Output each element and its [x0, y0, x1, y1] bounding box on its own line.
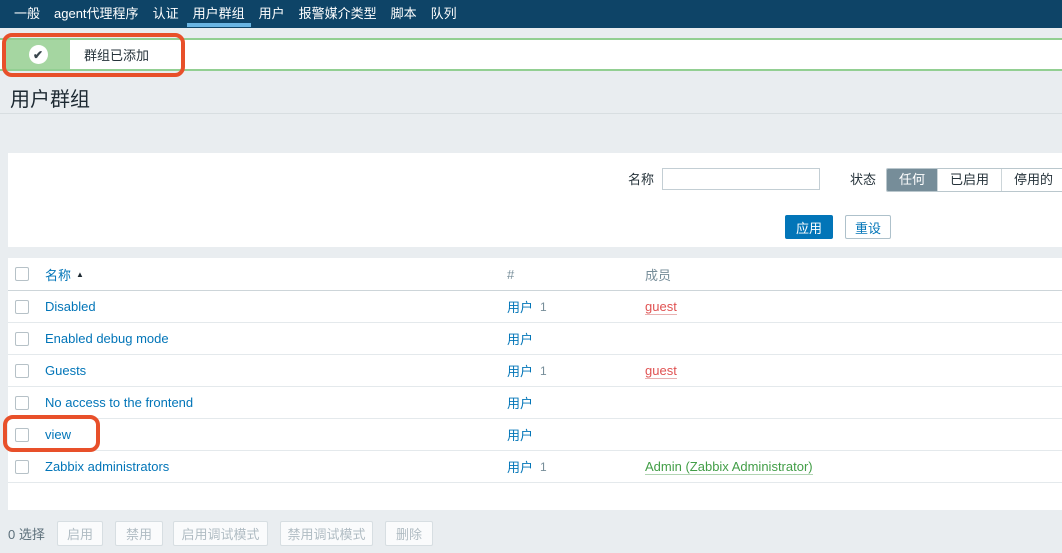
table-row-Zabbix administrators: Zabbix administrators 用户 1 Admin (Zabbix Ad… [8, 451, 1062, 483]
row-checkbox[interactable] [15, 364, 29, 378]
table-header-row: 名称 ▲ # 成员 [8, 258, 1062, 291]
member-user-link[interactable]: guest [645, 363, 677, 379]
footer-button-启用调试模式[interactable]: 启用调试模式 [173, 521, 268, 546]
users-link[interactable]: 用户 [507, 297, 533, 316]
success-message-bar: ✔ 群组已添加 [0, 38, 1062, 71]
table-row-No access to the frontend: No access to the frontend 用户 [8, 387, 1062, 419]
nav-item-报警媒介类型[interactable]: 报警媒介类型 [292, 0, 384, 28]
filter-name-label: 名称 [628, 169, 654, 191]
users-link[interactable]: 用户 [507, 425, 533, 444]
group-name-link[interactable]: Disabled [45, 299, 96, 314]
table-row-Disabled: Disabled 用户 1 guest [8, 291, 1062, 323]
group-name-link[interactable]: Enabled debug mode [45, 331, 169, 346]
users-link[interactable]: 用户 [507, 361, 533, 380]
sort-ascending-icon: ▲ [76, 270, 84, 279]
apply-button[interactable]: 应用 [785, 215, 833, 239]
group-name-link[interactable]: No access to the frontend [45, 395, 193, 410]
page-title: 用户群组 [10, 83, 90, 112]
nav-item-脚本[interactable]: 脚本 [384, 0, 424, 28]
group-name-link[interactable]: Guests [45, 363, 86, 378]
success-icon-box: ✔ [6, 40, 70, 69]
filter-status-segmented-control: 任何已启用停用的 [886, 168, 1062, 192]
user-count: 1 [540, 300, 547, 314]
success-message-text: 群组已添加 [84, 40, 149, 69]
users-link[interactable]: 用户 [507, 457, 533, 476]
nav-item-一般[interactable]: 一般 [7, 0, 47, 28]
nav-item-用户群组[interactable]: 用户群组 [186, 0, 252, 28]
column-header-count: # [507, 258, 514, 290]
member-user-link[interactable]: guest [645, 299, 677, 315]
filter-status-label: 状态 [850, 169, 876, 191]
column-header-name[interactable]: 名称 [45, 265, 71, 284]
nav-item-agent代理程序[interactable]: agent代理程序 [47, 0, 146, 28]
table-row-Enabled debug mode: Enabled debug mode 用户 [8, 323, 1062, 355]
status-option-任何[interactable]: 任何 [887, 169, 937, 191]
row-checkbox[interactable] [15, 396, 29, 410]
nav-item-认证[interactable]: 认证 [146, 0, 186, 28]
footer-button-禁用[interactable]: 禁用 [115, 521, 163, 546]
user-count: 1 [540, 460, 547, 474]
users-link[interactable]: 用户 [507, 329, 533, 348]
row-checkbox[interactable] [15, 428, 29, 442]
footer-button-启用[interactable]: 启用 [57, 521, 103, 546]
row-checkbox[interactable] [15, 460, 29, 474]
nav-item-用户[interactable]: 用户 [252, 0, 292, 28]
check-circle-icon: ✔ [29, 45, 48, 64]
filter-name-input[interactable] [662, 168, 820, 190]
status-option-已启用[interactable]: 已启用 [937, 169, 1001, 191]
column-header-members: 成员 [645, 258, 671, 290]
table-row-Guests: Guests 用户 1 guest [8, 355, 1062, 387]
row-checkbox[interactable] [15, 332, 29, 346]
filter-panel: 名称 状态 任何已启用停用的 应用 重设 [8, 153, 1062, 247]
reset-button[interactable]: 重设 [845, 215, 891, 239]
footer-button-删除[interactable]: 删除 [385, 521, 433, 546]
title-divider [0, 113, 1062, 114]
group-name-link[interactable]: Zabbix administrators [45, 459, 169, 474]
table-row-view: view 用户 [8, 419, 1062, 451]
select-all-checkbox[interactable] [15, 267, 29, 281]
users-link[interactable]: 用户 [507, 393, 533, 412]
member-user-link[interactable]: Admin (Zabbix Administrator) [645, 459, 813, 475]
top-nav: 一般agent代理程序认证用户群组用户报警媒介类型脚本队列 [0, 0, 1062, 28]
user-count: 1 [540, 364, 547, 378]
footer-button-禁用调试模式[interactable]: 禁用调试模式 [280, 521, 373, 546]
group-name-link[interactable]: view [45, 427, 71, 442]
nav-item-队列[interactable]: 队列 [424, 0, 464, 28]
selected-count-text: 0 选择 [8, 521, 45, 546]
status-option-停用的[interactable]: 停用的 [1001, 169, 1062, 191]
user-groups-table: 名称 ▲ # 成员 Disabled 用户 1 guest Enabled debug … [8, 258, 1062, 510]
row-checkbox[interactable] [15, 300, 29, 314]
